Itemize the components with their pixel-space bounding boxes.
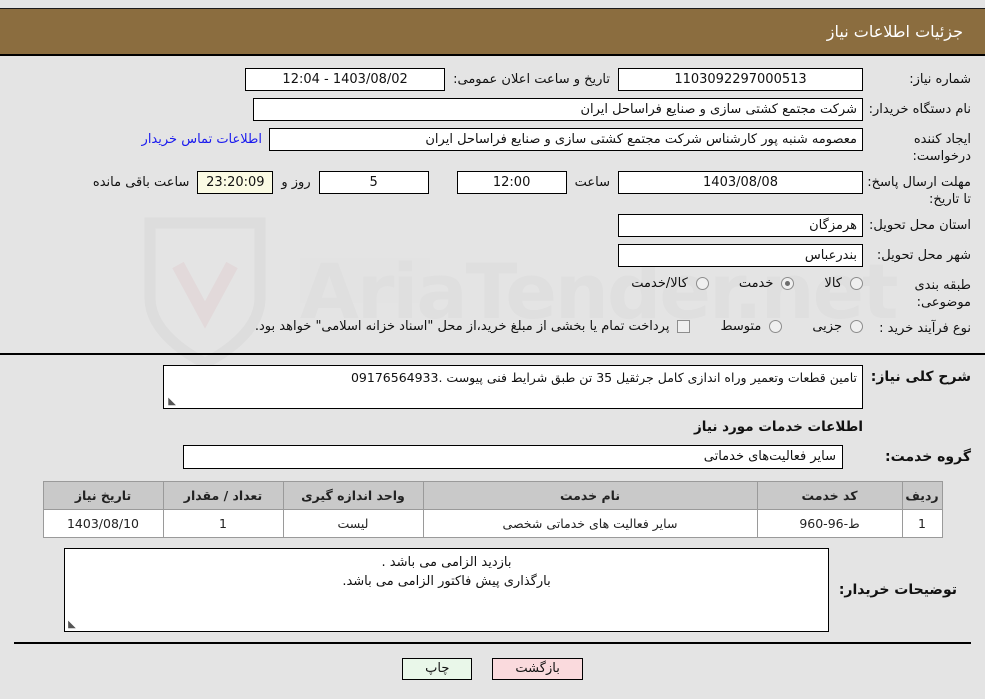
row-category: طبقه بندی موضوعی: کالا خدمت کالا/خدمت (14, 274, 971, 311)
row-province: استان محل تحویل: هرمزگان (14, 214, 971, 238)
buyer-notes-line2: بارگذاری پیش فاکتور الزامی می باشد. (342, 574, 551, 589)
action-buttons: بازگشت چاپ (14, 644, 971, 680)
details-panel: شرح کلی نیاز: تامین قطعات وتعمیر وراه ان… (0, 355, 985, 684)
radio-icon[interactable] (781, 277, 795, 290)
days-label: روز و (281, 175, 311, 190)
process-option-label: جزیی (812, 319, 842, 334)
requester-label: ایجاد کننده درخواست: (912, 132, 971, 164)
print-button[interactable]: چاپ (402, 658, 473, 680)
buyer-contact-link[interactable]: اطلاعات تماس خریدار (135, 132, 269, 147)
deadline-date-value: 1403/08/08 (618, 171, 863, 194)
process-option-jozi[interactable]: جزیی (812, 319, 863, 334)
resize-handle-icon[interactable]: ◣ (166, 397, 176, 407)
row-process-type: نوع فرآیند خرید : جزیی متوسط پرداخت تمام… (14, 317, 971, 341)
need-number-value: 1103092297000513 (618, 68, 863, 91)
radio-icon[interactable] (850, 277, 863, 290)
th-code: کد خدمت (756, 481, 903, 510)
th-quantity: تعداد / مقدار (162, 481, 284, 510)
public-announce-value: 1403/08/02 - 12:04 (245, 68, 446, 91)
description-value: تامین قطعات وتعمیر وراه اندازی کامل جرثق… (350, 370, 857, 385)
buyer-notes-textarea[interactable]: بازدید الزامی می باشد . بارگذاری پیش فاک… (64, 548, 829, 632)
radio-icon[interactable] (769, 320, 783, 333)
table-header-row: ردیف کد خدمت نام خدمت واحد اندازه گیری ت… (42, 481, 943, 510)
checkbox-icon[interactable] (677, 320, 691, 333)
th-name: نام خدمت (422, 481, 758, 510)
province-label: استان محل تحویل: (869, 218, 971, 233)
public-announce-label: تاریخ و ساعت اعلان عمومی: (453, 72, 610, 87)
page-root: جزئیات اطلاعات نیاز شماره نیاز: 11030922… (0, 8, 985, 684)
cell-unit: لیست (282, 509, 424, 538)
description-label: شرح کلی نیاز: (870, 369, 971, 385)
row-deadline: مهلت ارسال پاسخ: تا تاریخ: 1403/08/08 سا… (14, 171, 971, 208)
category-option-label: کالا (824, 276, 842, 291)
services-table: ردیف کد خدمت نام خدمت واحد اندازه گیری ت… (42, 481, 943, 538)
buyer-notes-line1: بازدید الزامی می باشد . (381, 555, 512, 570)
cell-name: سایر فعالیت های خدماتی شخصی (422, 509, 758, 538)
page-title: جزئیات اطلاعات نیاز (826, 22, 963, 41)
row-service-group: گروه خدمت: سایر فعالیت‌های خدماتی (14, 445, 971, 469)
description-textarea[interactable]: تامین قطعات وتعمیر وراه اندازی کامل جرثق… (163, 365, 863, 409)
radio-icon[interactable] (850, 320, 863, 333)
deadline-label: مهلت ارسال پاسخ: تا تاریخ: (867, 175, 971, 207)
process-option-label: متوسط (720, 319, 762, 334)
th-need-date: تاریخ نیاز (42, 481, 164, 510)
buyer-notes-label: توضیحات خریدار: (838, 582, 957, 598)
cell-need-date: 1403/08/10 (42, 509, 164, 538)
category-option-khedmat[interactable]: خدمت (739, 276, 795, 291)
row-requester: ایجاد کننده درخواست: معصومه شنبه پور کار… (14, 128, 971, 165)
process-option-motavasset[interactable]: متوسط (720, 319, 783, 334)
service-group-value: سایر فعالیت‌های خدماتی (183, 445, 843, 469)
row-description: شرح کلی نیاز: تامین قطعات وتعمیر وراه ان… (14, 365, 971, 409)
buyer-org-label: نام دستگاه خریدار: (868, 102, 971, 117)
row-need-number: شماره نیاز: 1103092297000513 تاریخ و ساع… (14, 68, 971, 92)
category-option-label: کالا/خدمت (631, 276, 688, 291)
category-option-kala[interactable]: کالا (824, 276, 863, 291)
process-radio-group: جزیی متوسط پرداخت تمام یا بخشی از مبلغ خ… (255, 317, 863, 334)
requester-value: معصومه شنبه پور کارشناس شرکت مجتمع کشتی … (269, 128, 863, 151)
table-row: 1 ط-96-960 سایر فعالیت های خدماتی شخصی ل… (42, 509, 943, 538)
row-buyer-notes: توضیحات خریدار: بازدید الزامی می باشد . … (14, 548, 971, 632)
countdown-timer: 23:20:09 (197, 171, 274, 194)
row-city: شهر محل تحویل: بندرعباس (14, 244, 971, 268)
city-value: بندرعباس (618, 244, 863, 267)
buyer-org-value: شرکت مجتمع کشتی سازی و صنایع فراساحل ایر… (253, 98, 863, 121)
process-label: نوع فرآیند خرید : (879, 321, 971, 336)
cell-code: ط-96-960 (756, 509, 903, 538)
services-section-title: اطلاعات خدمات مورد نیاز (693, 419, 863, 435)
cell-index: 1 (901, 509, 943, 538)
remaining-days-value: 5 (318, 171, 429, 194)
treasury-checkbox-text: پرداخت تمام یا بخشی از مبلغ خرید،از محل … (254, 319, 670, 334)
province-value: هرمزگان (618, 214, 863, 237)
need-number-label: شماره نیاز: (909, 72, 971, 87)
need-info-panel: شماره نیاز: 1103092297000513 تاریخ و ساع… (0, 56, 985, 355)
remaining-label: ساعت باقی مانده (92, 175, 190, 190)
radio-icon[interactable] (695, 277, 709, 290)
category-label: طبقه بندی موضوعی: (914, 278, 972, 310)
cell-quantity: 1 (162, 509, 284, 538)
category-option-label: خدمت (738, 276, 774, 291)
page-header: جزئیات اطلاعات نیاز (0, 8, 985, 56)
city-label: شهر محل تحویل: (876, 248, 971, 263)
treasury-checkbox-item[interactable]: پرداخت تمام یا بخشی از مبلغ خرید،از محل … (255, 319, 691, 334)
category-radio-group: کالا خدمت کالا/خدمت (601, 274, 863, 291)
hour-label: ساعت (574, 175, 610, 190)
th-unit: واحد اندازه گیری (282, 481, 424, 510)
resize-handle-icon[interactable]: ◣ (67, 620, 77, 630)
deadline-hour-value: 12:00 (456, 171, 567, 194)
service-group-label: گروه خدمت: (885, 449, 971, 465)
th-index: ردیف (901, 481, 943, 510)
back-button[interactable]: بازگشت (492, 658, 583, 680)
category-option-kala-khedmat[interactable]: کالا/خدمت (631, 276, 709, 291)
row-buyer-org: نام دستگاه خریدار: شرکت مجتمع کشتی سازی … (14, 98, 971, 122)
